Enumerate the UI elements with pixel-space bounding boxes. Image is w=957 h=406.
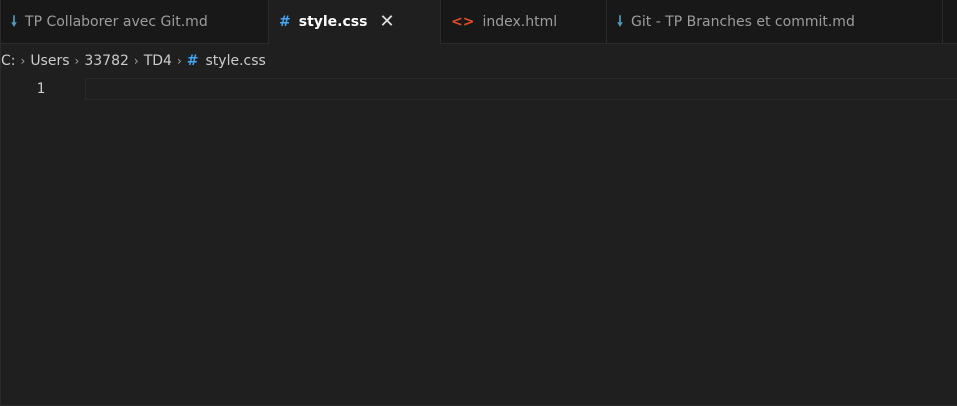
- tab-label: Git - TP Branches et commit.md: [631, 14, 855, 30]
- tab-bar: 🠗 TP Collaborer avec Git.md # style.css …: [1, 0, 957, 44]
- code-line[interactable]: 1: [1, 78, 957, 100]
- css-hash-icon: #: [186, 53, 199, 69]
- chevron-right-icon: ›: [133, 54, 139, 68]
- breadcrumb: C: › Users › 33782 › TD4 › # style.css: [1, 48, 266, 74]
- tab-label: style.css: [298, 13, 368, 30]
- tab-git-branches[interactable]: 🠗 Git - TP Branches et commit.md: [607, 0, 943, 44]
- breadcrumb-item-file[interactable]: style.css: [206, 53, 266, 69]
- markdown-icon: 🠗: [11, 14, 18, 30]
- close-icon[interactable]: ✕: [379, 12, 394, 31]
- chevron-right-icon: ›: [74, 54, 80, 68]
- chevron-right-icon: ›: [176, 54, 182, 68]
- tab-tp-collaborer[interactable]: 🠗 TP Collaborer avec Git.md: [1, 0, 269, 44]
- breadcrumb-item-users[interactable]: Users: [30, 53, 69, 69]
- editor-window: 🠗 TP Collaborer avec Git.md # style.css …: [0, 0, 957, 406]
- breadcrumb-item-user-folder[interactable]: 33782: [84, 53, 129, 69]
- html-brackets-icon: <>: [451, 14, 475, 30]
- breadcrumb-item-drive[interactable]: C:: [1, 53, 16, 69]
- breadcrumb-item-td4[interactable]: TD4: [144, 53, 172, 69]
- tab-style-css[interactable]: # style.css ✕: [269, 0, 441, 44]
- tab-index-html[interactable]: <> index.html: [441, 0, 607, 44]
- code-editor[interactable]: 1: [1, 76, 957, 406]
- chevron-right-icon: ›: [20, 54, 26, 68]
- current-line-highlight[interactable]: [85, 78, 957, 100]
- tab-label: TP Collaborer avec Git.md: [25, 14, 208, 30]
- tab-label: index.html: [482, 14, 558, 30]
- line-number: 1: [36, 81, 45, 97]
- tab-bar-empty-space[interactable]: [943, 0, 957, 43]
- css-hash-icon: #: [279, 13, 291, 30]
- markdown-icon: 🠗: [617, 14, 624, 30]
